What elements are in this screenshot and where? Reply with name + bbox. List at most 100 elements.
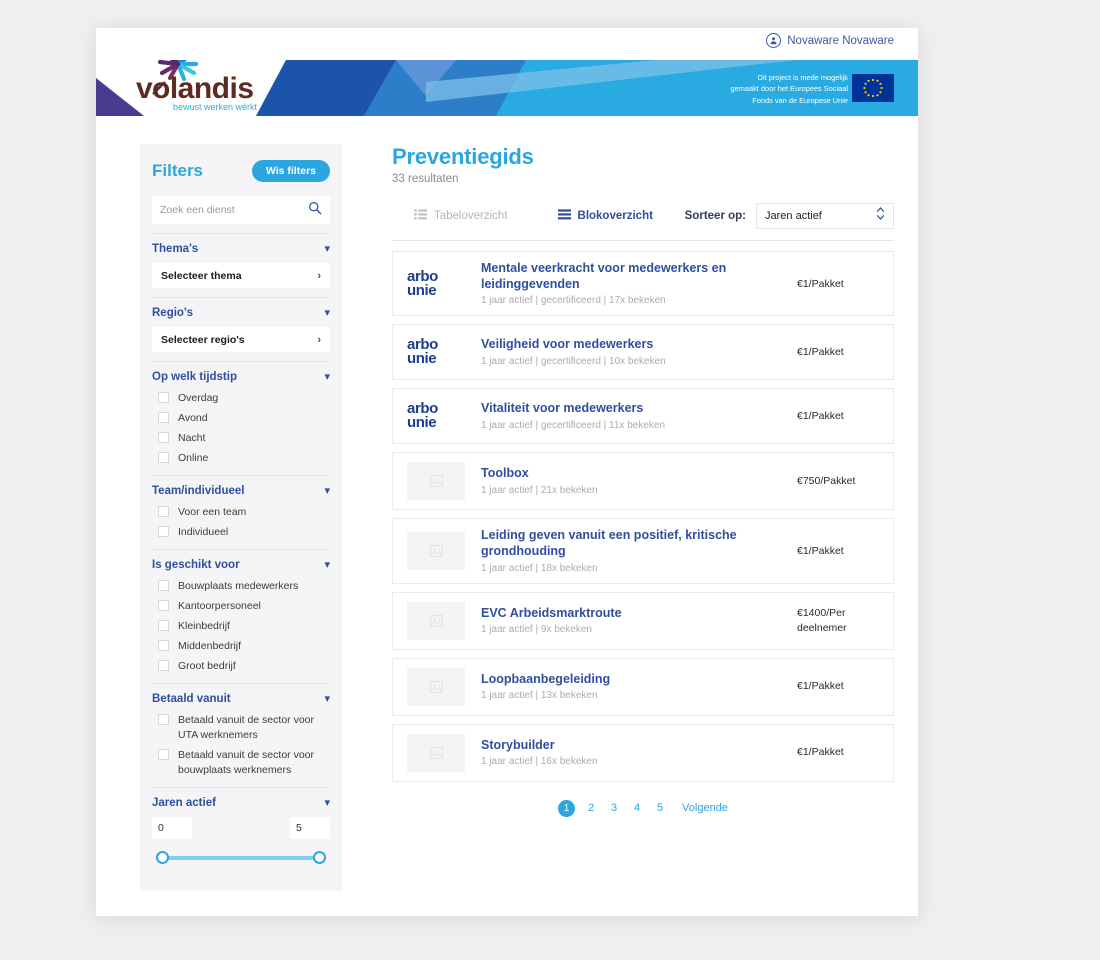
row-title[interactable]: Veiligheid voor medewerkers [481,337,797,353]
row-text: Toolbox 1 jaar actief | 21x bekeken [481,466,797,496]
checkbox-kantoorpersoneel[interactable]: Kantoorpersoneel [158,599,330,614]
broken-image-icon [407,531,465,570]
checkbox-betaald-bouwplaats[interactable]: Betaald vanuit de sector voor bouwplaats… [158,748,330,778]
table-row[interactable]: arbo unie Mentale veerkracht voor medewe… [392,251,894,317]
checkbox-box[interactable] [158,506,169,517]
checkbox-bouwplaats-medewerkers[interactable]: Bouwplaats medewerkers [158,579,330,594]
checkbox-box[interactable] [158,620,169,631]
pagination-page-3[interactable]: 3 [607,802,621,814]
view-toggle-table[interactable]: Tabeloverzicht [414,207,508,225]
filter-group-themas-header[interactable]: Thema's ▾ [152,243,330,255]
checkbox-box[interactable] [158,660,169,671]
filter-search-box[interactable] [152,196,330,224]
view-toggle-block[interactable]: Blokoverzicht [557,207,653,225]
slider-handle-max[interactable] [313,851,326,864]
row-meta: 1 jaar actief | gecertificeerd | 10x bek… [481,356,666,368]
row-logo [407,462,465,501]
account-menu[interactable]: Novaware Novaware [766,33,894,48]
checkbox-box[interactable] [158,714,169,725]
slider-handle-min[interactable] [156,851,169,864]
range-slider[interactable] [156,851,326,865]
checkbox-nacht[interactable]: Nacht [158,431,330,446]
table-row[interactable]: Loopbaanbegeleiding 1 jaar actief | 13x … [392,657,894,716]
clear-filters-button[interactable]: Wis filters [251,160,330,182]
search-icon[interactable] [308,201,322,220]
table-row[interactable]: Leiding geven vanuit een positief, kriti… [392,518,894,584]
checkbox-overdag[interactable]: Overdag [158,391,330,406]
checkbox-label: Kleinbedrijf [178,620,230,632]
checkbox-label: Voor een team [178,506,247,518]
filter-group-tijdstip-header[interactable]: Op welk tijdstip ▾ [152,371,330,383]
select-regio[interactable]: Selecteer regio's › [152,327,330,352]
eu-text-line-3: Fonds van de Europese Unie [752,95,848,105]
pagination-next[interactable]: Volgende [682,802,728,814]
checkbox-box[interactable] [158,580,169,591]
table-row[interactable]: Storybuilder 1 jaar actief | 16x bekeken… [392,723,894,782]
range-max-input[interactable] [290,817,330,839]
checkbox-individueel[interactable]: Individueel [158,525,330,540]
svg-text:v: v [136,72,153,105]
row-text: Loopbaanbegeleiding 1 jaar actief | 13x … [481,672,797,702]
checkbox-betaald-uta[interactable]: Betaald vanuit de sector voor UTA werkne… [158,713,330,743]
checkbox-box[interactable] [158,412,169,423]
checkbox-box[interactable] [158,526,169,537]
checkbox-label: Groot bedrijf [178,660,236,672]
main-content: Preventiegids 33 resultaten Tabeloverzic… [392,144,894,891]
filter-group-jaren-header[interactable]: Jaren actief ▾ [152,797,330,809]
row-title[interactable]: Leiding geven vanuit een positief, kriti… [481,528,797,559]
eu-text-line-2: gemaakt door het Europees Sociaal [730,84,848,94]
pagination-page-1[interactable]: 1 [558,799,576,817]
logo-tagline: bewust werken wérkt [173,102,258,112]
filter-group-regios-header[interactable]: Regio's ▾ [152,307,330,319]
table-row[interactable]: arbo unie Vitaliteit voor medewerkers 1 … [392,388,894,445]
checkbox-middenbedrijf[interactable]: Middenbedrijf [158,639,330,654]
checkbox-box[interactable] [158,600,169,611]
row-title[interactable]: Loopbaanbegeleiding [481,672,797,688]
row-logo: arbo unie [407,338,465,367]
filter-group-betaald-header[interactable]: Betaald vanuit ▾ [152,693,330,705]
chevron-down-icon: ▾ [324,796,330,809]
view-toggle-block-label: Blokoverzicht [577,210,653,222]
filter-group-team-header[interactable]: Team/individueel ▾ [152,485,330,497]
checkbox-box[interactable] [158,640,169,651]
checkbox-box[interactable] [158,452,169,463]
checkbox-kleinbedrijf[interactable]: Kleinbedrijf [158,619,330,634]
checkbox-label: Overdag [178,392,219,404]
table-row[interactable]: EVC Arbeidsmarktroute 1 jaar actief | 9x… [392,591,894,650]
row-title[interactable]: Toolbox [481,466,797,482]
svg-text:olandis: olandis [152,72,254,105]
checkbox-label: Middenbedrijf [178,640,242,652]
pagination-page-4[interactable]: 4 [630,802,644,814]
chevron-down-icon: ▾ [324,484,330,497]
row-meta: 1 jaar actief | gecertificeerd | 11x bek… [481,420,665,432]
search-input[interactable] [160,204,308,216]
range-min-input[interactable] [152,817,192,839]
row-logo [407,667,465,706]
row-title[interactable]: Mentale veerkracht voor medewerkers en l… [481,261,797,292]
filter-group-regios: Regio's ▾ Selecteer regio's › [152,297,330,352]
sort-control: Sorteer op: Jaren actief [685,203,894,229]
filter-group-label: Regio's [152,307,194,319]
checkbox-online[interactable]: Online [158,451,330,466]
filter-group-team: Team/individueel ▾ Voor een team Individ… [152,475,330,540]
results-list: arbo unie Mentale veerkracht voor medewe… [392,241,894,782]
filter-group-geschikt-header[interactable]: Is geschikt voor ▾ [152,559,330,571]
checkbox-box[interactable] [158,432,169,443]
pagination-page-5[interactable]: 5 [653,802,667,814]
row-title[interactable]: Storybuilder [481,738,797,754]
table-row[interactable]: arbo unie Veiligheid voor medewerkers 1 … [392,324,894,381]
checkbox-groot-bedrijf[interactable]: Groot bedrijf [158,659,330,674]
checkbox-box[interactable] [158,749,169,760]
volandis-logo[interactable]: v olandis bewust werken wérkt [132,60,262,114]
pagination-page-2[interactable]: 2 [584,802,598,814]
checkbox-voor-een-team[interactable]: Voor een team [158,505,330,520]
row-title[interactable]: EVC Arbeidsmarktroute [481,606,797,622]
checkbox-avond[interactable]: Avond [158,411,330,426]
row-title[interactable]: Vitaliteit voor medewerkers [481,401,797,417]
row-text: Veiligheid voor medewerkers 1 jaar actie… [481,337,797,367]
select-thema[interactable]: Selecteer thema › [152,263,330,288]
checkbox-box[interactable] [158,392,169,403]
filter-group-label: Is geschikt voor [152,559,240,571]
sort-select[interactable]: Jaren actief [756,203,894,229]
table-row[interactable]: Toolbox 1 jaar actief | 21x bekeken €750… [392,452,894,511]
